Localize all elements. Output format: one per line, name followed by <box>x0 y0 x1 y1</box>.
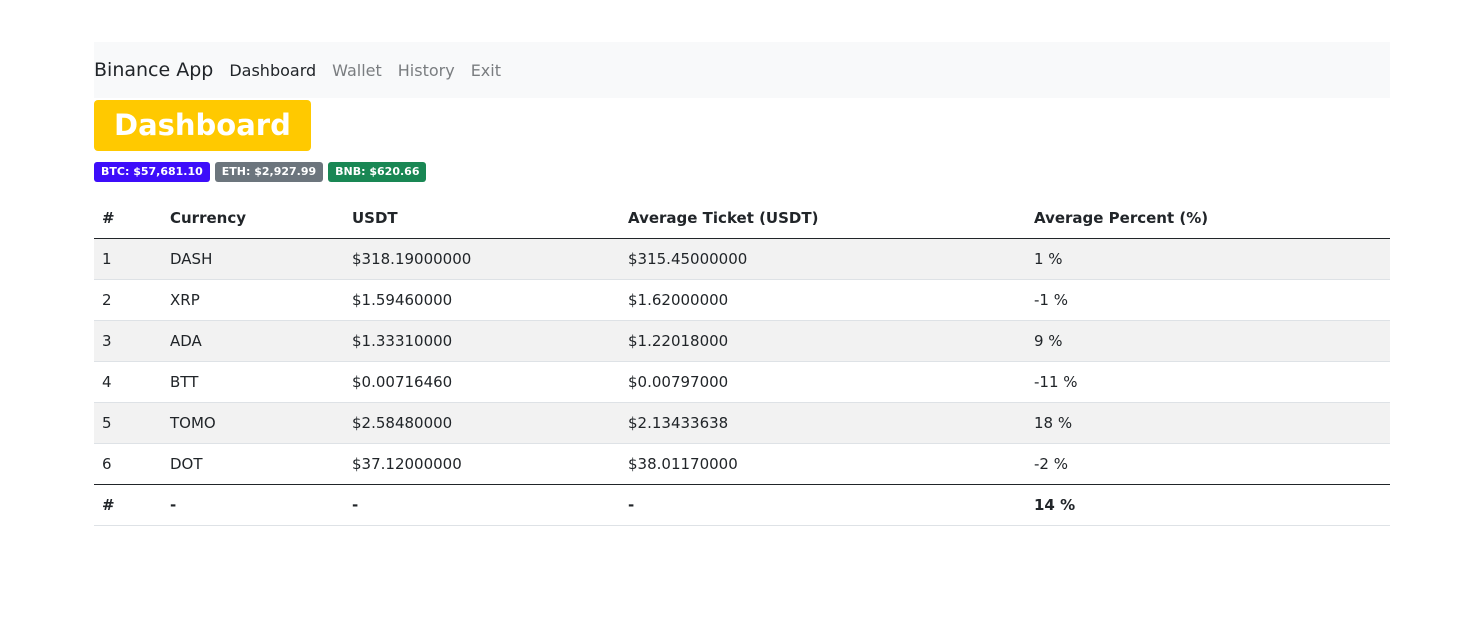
cell-usdt: $1.59460000 <box>344 279 620 321</box>
brand-link[interactable]: Binance App <box>94 59 213 81</box>
eth-price-badge: ETH: $2,927.99 <box>214 162 324 182</box>
cell-average-percent: -11 % <box>1026 361 1390 403</box>
main-container: Binance App Dashboard Wallet History Exi… <box>94 42 1390 526</box>
header-usdt: USDT <box>344 198 620 239</box>
cell-average-percent: -2 % <box>1026 443 1390 485</box>
cell-currency: DOT <box>162 443 344 485</box>
footer-average-ticket: - <box>620 484 1026 526</box>
cell-currency: TOMO <box>162 402 344 444</box>
cell-average-percent: 1 % <box>1026 238 1390 280</box>
currency-table: # Currency USDT Average Ticket (USDT) Av… <box>94 198 1390 526</box>
cell-average-ticket: $38.01170000 <box>620 443 1026 485</box>
cell-currency: ADA <box>162 320 344 362</box>
cell-usdt: $0.00716460 <box>344 361 620 403</box>
footer-average-percent: 14 % <box>1026 484 1390 526</box>
nav-dashboard[interactable]: Dashboard <box>229 61 316 80</box>
page-title: Dashboard <box>94 100 311 151</box>
cell-index: 3 <box>94 320 162 362</box>
header-average-percent: Average Percent (%) <box>1026 198 1390 239</box>
cell-index: 2 <box>94 279 162 321</box>
table-row: 4 BTT $0.00716460 $0.00797000 -11 % <box>94 361 1390 403</box>
table-row: 1 DASH $318.19000000 $315.45000000 1 % <box>94 238 1390 280</box>
header-average-ticket: Average Ticket (USDT) <box>620 198 1026 239</box>
table-row: 6 DOT $37.12000000 $38.01170000 -2 % <box>94 443 1390 485</box>
table-header-row: # Currency USDT Average Ticket (USDT) Av… <box>94 198 1390 239</box>
bnb-price-badge: BNB: $620.66 <box>328 162 427 182</box>
cell-average-percent: -1 % <box>1026 279 1390 321</box>
cell-average-ticket: $315.45000000 <box>620 238 1026 280</box>
cell-average-percent: 9 % <box>1026 320 1390 362</box>
ticker-badges: BTC: $57,681.10 ETH: $2,927.99 BNB: $620… <box>94 162 1390 182</box>
cell-average-ticket: $0.00797000 <box>620 361 1026 403</box>
btc-price-badge: BTC: $57,681.10 <box>94 162 210 182</box>
cell-average-ticket: $1.22018000 <box>620 320 1026 362</box>
table-row: 5 TOMO $2.58480000 $2.13433638 18 % <box>94 402 1390 444</box>
cell-average-percent: 18 % <box>1026 402 1390 444</box>
footer-usdt: - <box>344 484 620 526</box>
navbar: Binance App Dashboard Wallet History Exi… <box>94 42 1390 98</box>
cell-index: 4 <box>94 361 162 403</box>
table-row: 3 ADA $1.33310000 $1.22018000 9 % <box>94 320 1390 362</box>
table-footer-row: # - - - 14 % <box>94 484 1390 526</box>
nav-exit[interactable]: Exit <box>471 61 501 80</box>
cell-currency: BTT <box>162 361 344 403</box>
table-row: 2 XRP $1.59460000 $1.62000000 -1 % <box>94 279 1390 321</box>
cell-average-ticket: $2.13433638 <box>620 402 1026 444</box>
footer-index: # <box>94 484 162 526</box>
nav-history[interactable]: History <box>398 61 455 80</box>
cell-usdt: $37.12000000 <box>344 443 620 485</box>
cell-currency: XRP <box>162 279 344 321</box>
cell-average-ticket: $1.62000000 <box>620 279 1026 321</box>
cell-index: 5 <box>94 402 162 444</box>
header-index: # <box>94 198 162 239</box>
nav-wallet[interactable]: Wallet <box>332 61 382 80</box>
cell-usdt: $318.19000000 <box>344 238 620 280</box>
cell-usdt: $1.33310000 <box>344 320 620 362</box>
cell-index: 6 <box>94 443 162 485</box>
cell-usdt: $2.58480000 <box>344 402 620 444</box>
cell-currency: DASH <box>162 238 344 280</box>
footer-currency: - <box>162 484 344 526</box>
cell-index: 1 <box>94 238 162 280</box>
header-currency: Currency <box>162 198 344 239</box>
